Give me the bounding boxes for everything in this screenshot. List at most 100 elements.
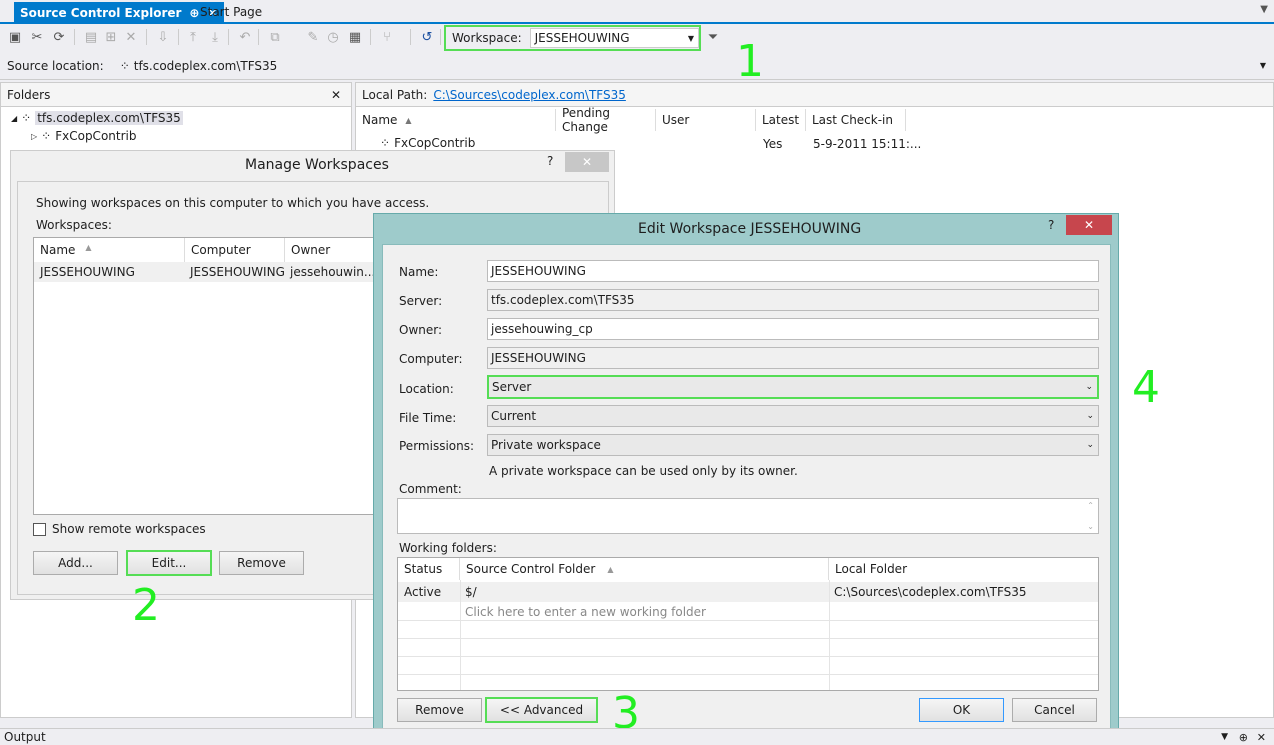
close-button[interactable]: ✕: [565, 152, 609, 172]
row-status: Active: [404, 585, 442, 599]
undo-pending-icon[interactable]: ↺: [418, 28, 436, 46]
table-row[interactable]: JESSEHOUWING JESSEHOUWING jessehouwin...: [34, 262, 377, 282]
check-out-icon[interactable]: ⤒: [184, 28, 202, 46]
workspaces-label: Workspaces:: [36, 218, 112, 232]
chevron-down-icon: ⌄: [1086, 411, 1094, 421]
column-header-local-folder[interactable]: Local Folder: [829, 558, 1099, 580]
chevron-down-icon[interactable]: ▼: [1221, 732, 1228, 742]
workspace-dropdown[interactable]: JESSEHOUWING ▼: [529, 28, 699, 48]
tree-item-child[interactable]: ▷ ⁘ FxCopContrib: [31, 129, 136, 143]
local-path-bar: Local Path: C:\Sources\codeplex.com\TFS3…: [356, 83, 1273, 107]
add-button[interactable]: Add...: [33, 551, 118, 575]
scroll-down-icon[interactable]: ⌄: [1087, 522, 1094, 531]
undo-icon[interactable]: ↶: [236, 28, 254, 46]
comment-textarea[interactable]: ⌃ ⌄: [397, 498, 1099, 534]
compare-icon[interactable]: ⧉: [266, 28, 284, 46]
new-folder-icon[interactable]: ▤: [82, 28, 100, 46]
close-icon[interactable]: ✕: [331, 88, 341, 102]
pin-icon[interactable]: ⊕: [189, 6, 199, 20]
local-path-link[interactable]: C:\Sources\codeplex.com\TFS35: [433, 88, 626, 102]
tree-item-root[interactable]: ◢ ⁘ tfs.codeplex.com\TFS35: [11, 111, 183, 125]
workspaces-list[interactable]: Name ▲ Computer Owner JESSEHOUWING JESSEH…: [33, 237, 378, 515]
owner-field[interactable]: jessehouwing_cp: [487, 318, 1099, 340]
column-header-name[interactable]: Name ▲: [40, 243, 92, 257]
column-header-owner[interactable]: Owner: [284, 238, 330, 262]
collapsed-arrow-icon[interactable]: ▷: [31, 132, 37, 141]
scroll-up-icon[interactable]: ⌃: [1087, 501, 1094, 510]
annotation-4: 4: [1132, 362, 1160, 413]
row-owner: jessehouwin...: [290, 265, 376, 279]
chevron-down-icon[interactable]: ▼: [1260, 61, 1266, 70]
source-location-label: Source location:: [7, 58, 104, 73]
workspace-selector: Workspace: JESSEHOUWING ▼: [444, 25, 701, 51]
help-button[interactable]: ?: [1048, 218, 1054, 232]
table-row[interactable]: ⁘ FxCopContrib: [380, 136, 475, 150]
checkbox-label: Show remote workspaces: [52, 522, 206, 536]
local-path-label: Local Path:: [362, 87, 428, 102]
output-label: Output: [4, 730, 46, 744]
column-header-source-folder[interactable]: Source Control Folder ▲: [460, 558, 829, 580]
ok-button[interactable]: OK: [919, 698, 1004, 722]
delete-icon[interactable]: ✕: [122, 28, 140, 46]
history-icon[interactable]: ◷: [324, 28, 342, 46]
description-text: Showing workspaces on this computer to w…: [36, 196, 430, 210]
advanced-button[interactable]: << Advanced: [485, 697, 598, 723]
properties-icon[interactable]: ▦: [346, 28, 364, 46]
comment-label: Comment:: [399, 482, 462, 496]
output-panel-tab[interactable]: Output ▼ ⊕ ✕: [0, 728, 1274, 745]
name-field[interactable]: JESSEHOUWING: [487, 260, 1099, 282]
item-last-checkin: 5-9-2011 15:11:...: [813, 137, 922, 151]
help-button[interactable]: ?: [547, 154, 553, 168]
cancel-button[interactable]: Cancel: [1012, 698, 1097, 722]
new-working-folder-row[interactable]: Click here to enter a new working folder: [465, 605, 706, 619]
close-icon[interactable]: ✕: [1257, 731, 1266, 744]
tab-start-page[interactable]: Start Page: [200, 5, 262, 19]
permissions-dropdown[interactable]: Private workspace ⌄: [487, 434, 1099, 456]
column-header-user[interactable]: User: [656, 109, 756, 131]
checkbox-box[interactable]: [33, 522, 46, 536]
filter-icon[interactable]: ⏷: [704, 28, 722, 46]
column-header-status[interactable]: Status: [398, 558, 460, 580]
column-header-pending[interactable]: Pending Change: [556, 106, 656, 134]
location-label: Location:: [399, 382, 454, 396]
remove-button[interactable]: Remove: [219, 551, 304, 575]
source-location-value[interactable]: tfs.codeplex.com\TFS35: [134, 59, 278, 73]
annotate-icon[interactable]: ✎: [304, 28, 322, 46]
permissions-value: Private workspace: [491, 438, 601, 452]
pin-icon[interactable]: ⊕: [1239, 731, 1248, 744]
chevron-down-icon: ⌄: [1086, 440, 1094, 450]
expanded-arrow-icon[interactable]: ◢: [11, 114, 17, 123]
column-header-latest[interactable]: Latest: [756, 109, 806, 131]
row-name: JESSEHOUWING: [40, 265, 135, 279]
add-items-icon[interactable]: ⊞: [102, 28, 120, 46]
edit-button[interactable]: Edit...: [126, 550, 212, 576]
remove-button[interactable]: Remove: [397, 698, 482, 722]
column-header-computer[interactable]: Computer: [184, 238, 251, 262]
column-header-name[interactable]: Name ▲: [356, 109, 556, 131]
refresh-icon[interactable]: ⟳: [50, 28, 68, 46]
location-dropdown[interactable]: Server ⌄: [487, 375, 1099, 399]
show-remote-checkbox[interactable]: Show remote workspaces: [33, 522, 206, 536]
dialog-title: Edit Workspace JESSEHOUWING: [638, 221, 862, 237]
get-latest-icon[interactable]: ⇩: [154, 28, 172, 46]
computer-field: JESSEHOUWING: [487, 347, 1099, 369]
working-folders-table[interactable]: Status Source Control Folder ▲ Local Fold…: [397, 557, 1099, 691]
filetime-dropdown[interactable]: Current ⌄: [487, 405, 1099, 427]
disconnect-icon[interactable]: ✂: [28, 28, 46, 46]
chevron-down-icon: ⌄: [1085, 382, 1093, 392]
computer-label: Computer:: [399, 352, 463, 366]
close-button[interactable]: ✕: [1066, 215, 1112, 235]
column-header-last-checkin[interactable]: Last Check-in: [806, 109, 906, 131]
chevron-down-icon[interactable]: ▼: [1260, 4, 1268, 15]
branch-icon[interactable]: ⑂: [378, 28, 396, 46]
tree-item-label: tfs.codeplex.com\TFS35: [35, 111, 183, 125]
check-in-icon[interactable]: ⤓: [206, 28, 224, 46]
connect-icon[interactable]: ▣: [6, 28, 24, 46]
tab-source-control-explorer[interactable]: Source Control Explorer ⊕ ✕: [14, 2, 224, 24]
folders-header: Folders ✕: [1, 83, 351, 107]
annotation-2: 2: [132, 580, 160, 631]
working-folders-label: Working folders:: [399, 541, 497, 555]
source-location-bar: Source location: ⁘ tfs.codeplex.com\TFS3…: [0, 52, 1274, 80]
permissions-hint: A private workspace can be used only by …: [489, 464, 798, 478]
table-row[interactable]: Active $/ C:\Sources\codeplex.com\TFS35: [398, 582, 1098, 602]
